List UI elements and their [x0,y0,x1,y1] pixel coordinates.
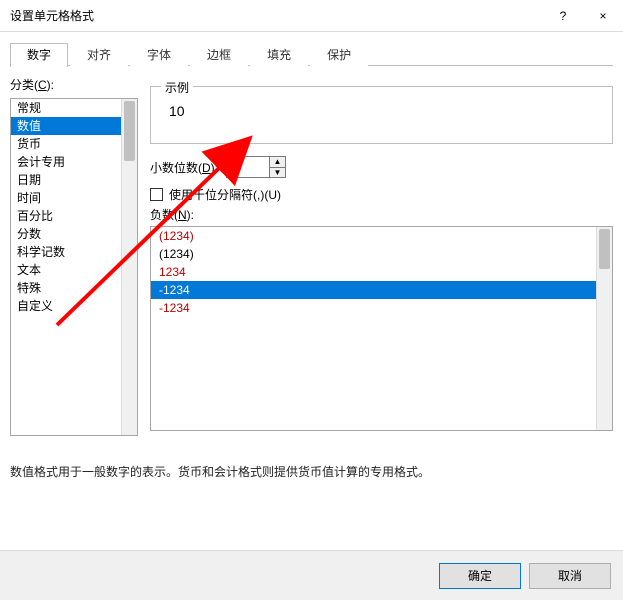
list-item[interactable]: 时间 [11,189,137,207]
sample-value: 10 [151,87,612,119]
list-item[interactable]: 会计专用 [11,153,137,171]
negatives-list[interactable]: (1234) (1234) 1234 -1234 -1234 [150,226,613,431]
list-item[interactable]: 自定义 [11,297,137,315]
list-item[interactable]: (1234) [151,227,612,245]
title-bar: 设置单元格格式 ? × [0,0,623,32]
sample-group: 示例 10 [150,86,613,144]
list-item[interactable]: 分数 [11,225,137,243]
sample-legend: 示例 [161,79,193,96]
dialog-footer: 确定 取消 [0,550,623,600]
spinner-up-icon[interactable]: ▲ [270,157,285,168]
close-button[interactable]: × [583,0,623,32]
format-description: 数值格式用于一般数字的表示。货币和会计格式则提供货币值计算的专用格式。 [10,463,613,480]
decimal-places-input[interactable] [227,157,269,177]
list-item[interactable]: 文本 [11,261,137,279]
tab-align[interactable]: 对齐 [70,43,128,67]
list-item[interactable]: 科学记数 [11,243,137,261]
list-item[interactable]: -1234 [151,281,612,299]
list-item[interactable]: (1234) [151,245,612,263]
tab-protect[interactable]: 保护 [310,43,368,67]
decimal-label: 小数位数(D): [150,159,218,176]
scrollbar[interactable] [596,227,612,430]
tab-strip: 数字 对齐 字体 边框 填充 保护 [10,42,613,66]
negatives-label: 负数(N): [150,206,194,223]
list-item[interactable]: 特殊 [11,279,137,297]
cancel-button[interactable]: 取消 [529,563,611,589]
scrollbar[interactable] [121,99,137,435]
list-item[interactable]: 常规 [11,99,137,117]
list-item[interactable]: 数值 [11,117,137,135]
decimal-places-spinner[interactable]: ▲ ▼ [226,156,286,178]
tab-number[interactable]: 数字 [10,43,68,67]
spinner-down-icon[interactable]: ▼ [270,168,285,178]
thousands-label: 使用千位分隔符(,)(U) [169,186,281,203]
window-title: 设置单元格格式 [10,7,543,24]
list-item[interactable]: 货币 [11,135,137,153]
thousands-separator-checkbox[interactable]: 使用千位分隔符(,)(U) [150,186,281,203]
checkbox-box-icon [150,188,163,201]
tab-fill[interactable]: 填充 [250,43,308,67]
ok-button[interactable]: 确定 [439,563,521,589]
tab-font[interactable]: 字体 [130,43,188,67]
help-button[interactable]: ? [543,0,583,32]
list-item[interactable]: -1234 [151,299,612,317]
tab-border[interactable]: 边框 [190,43,248,67]
list-item[interactable]: 1234 [151,263,612,281]
category-label: 分类(C): [10,76,54,93]
list-item[interactable]: 百分比 [11,207,137,225]
category-list[interactable]: 常规 数值 货币 会计专用 日期 时间 百分比 分数 科学记数 文本 特殊 自定… [10,98,138,436]
list-item[interactable]: 日期 [11,171,137,189]
